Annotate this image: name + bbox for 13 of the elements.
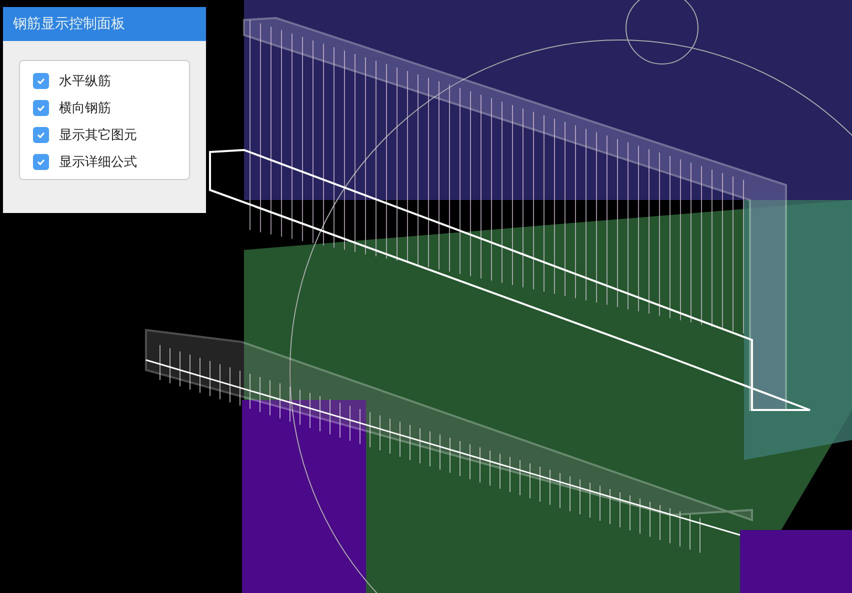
option-label: 显示其它图元 xyxy=(59,127,137,144)
checkbox[interactable] xyxy=(33,73,49,89)
checkbox[interactable] xyxy=(33,127,49,143)
option-label: 横向钢筋 xyxy=(59,100,111,117)
check-icon xyxy=(36,130,46,140)
panel-title: 钢筋显示控制面板 xyxy=(3,7,206,41)
check-icon xyxy=(36,157,46,167)
option-label: 显示详细公式 xyxy=(59,154,137,171)
check-icon xyxy=(36,103,46,113)
checkbox[interactable] xyxy=(33,154,49,170)
check-icon xyxy=(36,76,46,86)
option-label: 水平纵筋 xyxy=(59,73,111,90)
checkbox[interactable] xyxy=(33,100,49,116)
